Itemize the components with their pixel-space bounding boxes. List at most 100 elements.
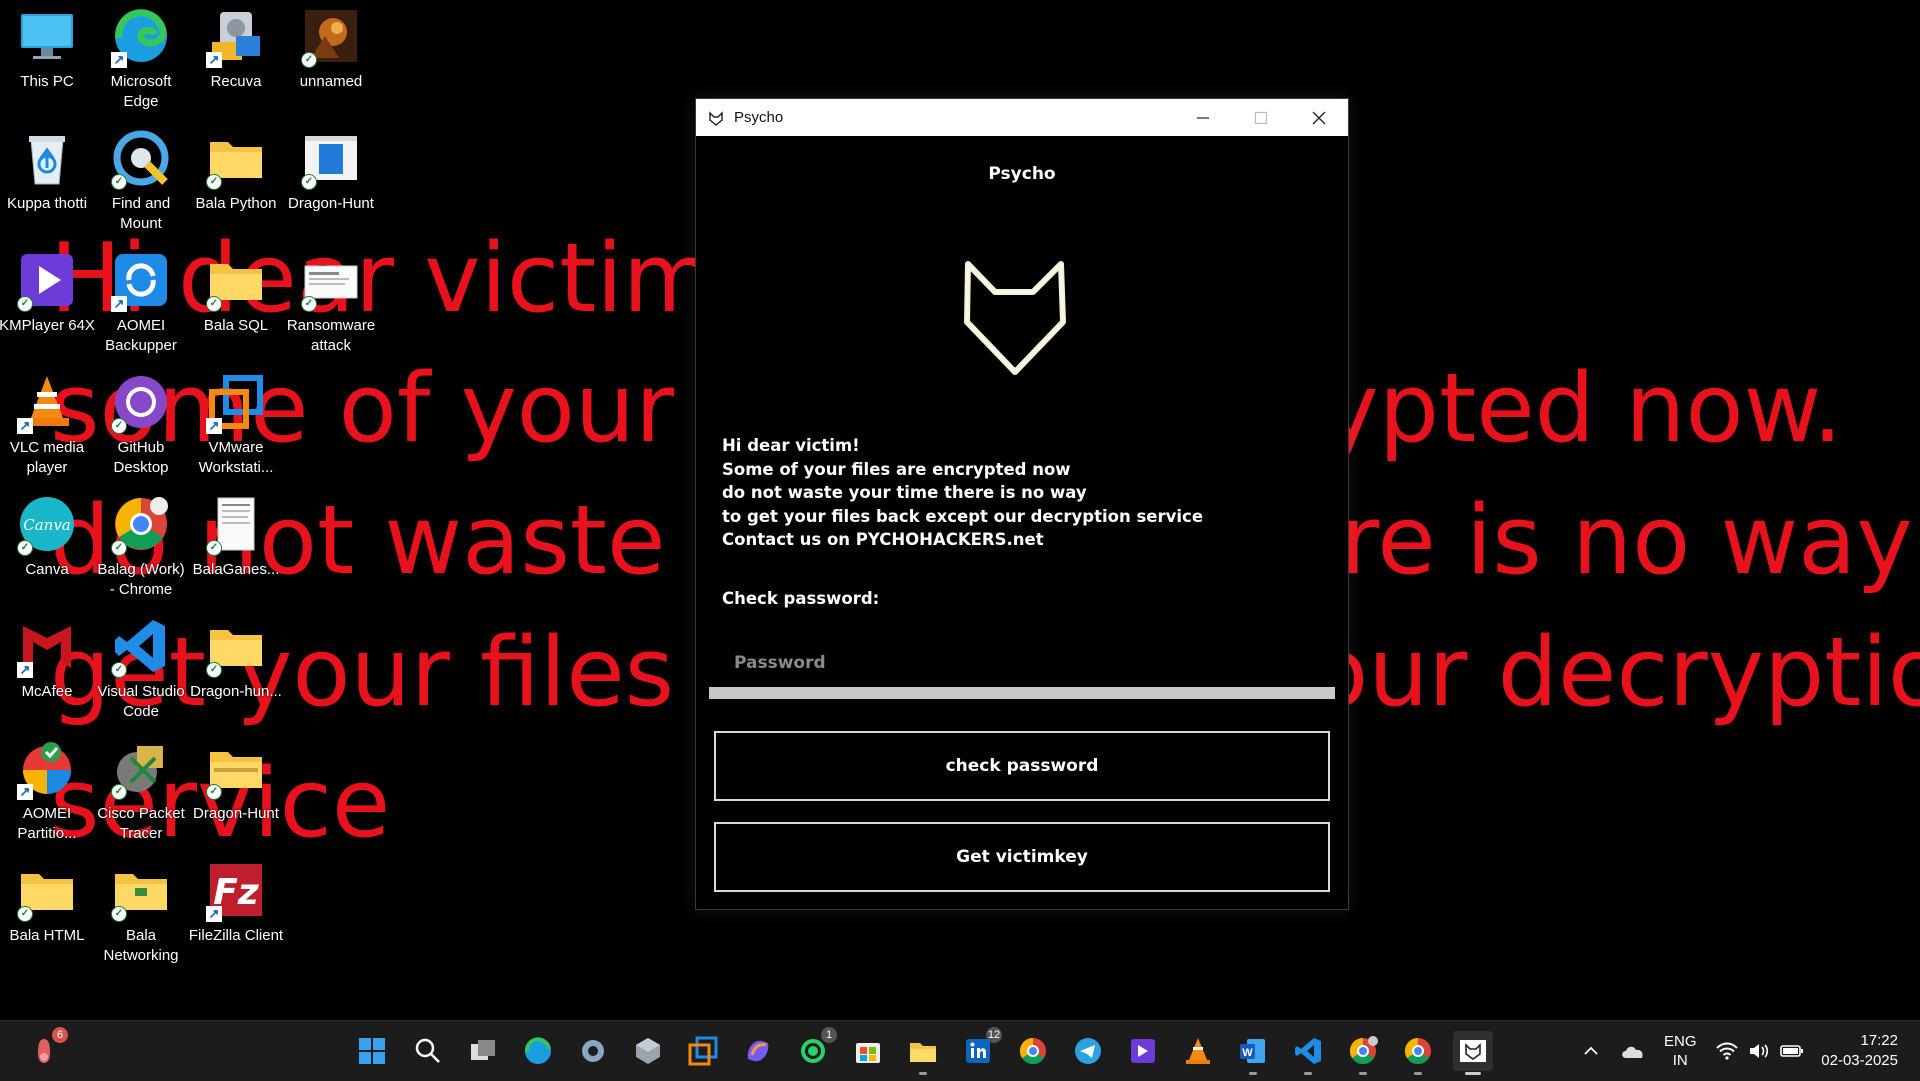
desktop-icon-kmplayer[interactable]: ✓ KMPlayer 64X [0,244,95,336]
svg-text:W: W [1242,1047,1253,1059]
taskbar-vlc[interactable] [1178,1031,1218,1071]
wifi-icon [1716,1042,1738,1060]
desktop-icon-github-desktop[interactable]: ✓ GitHub Desktop [93,366,189,478]
desktop-icon-canva[interactable]: Canva ✓ Canva [0,488,95,580]
start-button[interactable] [352,1031,392,1071]
running-indicator [919,1072,927,1075]
desktop-icon-vscode[interactable]: ✓ Visual Studio Code [93,610,189,722]
taskbar-word[interactable]: W [1233,1031,1273,1075]
password-input[interactable] [709,639,1335,699]
taskbar-visual-studio[interactable] [1123,1031,1163,1071]
word-icon: W [1240,1039,1265,1063]
visual-studio-icon [1131,1039,1155,1063]
icon-label: Ransomware attack [286,317,376,354]
desktop-icon-unnamed[interactable]: ✓ unnamed [283,0,379,92]
desktop-icon-ransomware-attack[interactable]: ✓ Ransomware attack [283,244,379,356]
icon-label: McAfee [21,683,73,700]
taskbar-app-cube[interactable] [628,1031,668,1071]
maximize-icon [1254,111,1268,124]
taskbar-store[interactable] [848,1031,888,1071]
taskbar-psycho[interactable] [1453,1031,1493,1075]
desktop-icon-filezilla[interactable]: Fz ↗ FileZilla Client [188,854,284,946]
icon-label: Bala Networking [103,927,179,964]
taskbar-settings[interactable] [573,1031,613,1071]
desktop-icon-aomei-backupper[interactable]: ↗ AOMEI Backupper [93,244,189,356]
taskbar-chrome[interactable] [1013,1031,1053,1071]
desktop-icon-find-and-mount[interactable]: ✓ Find and Mount [93,122,189,234]
icon-label: BalaGanes... [192,561,280,578]
icon-label: Dragon-hun... [190,683,282,700]
icon-label: unnamed [299,73,363,90]
close-button[interactable] [1290,99,1348,136]
monitor-icon [21,14,73,59]
taskbar-linkedin[interactable]: 12 [958,1027,1002,1071]
taskbar-chrome-personal[interactable] [1398,1031,1438,1075]
desktop-icon-this-pc[interactable]: This PC [0,0,95,92]
icon-label: AOMEI Backupper [105,317,177,354]
linkedin-count: 12 [986,1027,1002,1043]
minimize-button[interactable] [1174,99,1232,136]
recycle-bin-icon [29,136,65,185]
aomei-backupper-icon [688,1036,718,1066]
desktop-icon-recycle-bin[interactable]: Kuppa thotti [0,122,95,214]
whatsapp-count: 1 [821,1027,837,1043]
chrome-icon [1404,1037,1431,1065]
task-view-button[interactable] [463,1031,503,1071]
message-line: do not waste your time there is no way [722,483,1087,502]
taskbar-aomei[interactable] [683,1031,723,1071]
icon-label: Cisco Packet Tracer [97,805,185,842]
title-bar[interactable]: Psycho [696,99,1348,136]
close-icon [1312,111,1326,124]
taskbar-whatsapp[interactable]: 1 [793,1027,837,1071]
notifications-button[interactable]: 6 [24,1027,68,1071]
message-line: to get your files back except our decryp… [722,506,1204,526]
psycho-window: Psycho Psycho Hi dear victim! Some of yo… [695,98,1349,910]
show-hidden-icons-button[interactable] [1582,1021,1600,1081]
maximize-button[interactable] [1232,99,1290,136]
desktop-icon-dragon-hunt-zip[interactable]: ✓ Dragon-Hunt [188,732,284,824]
search-button[interactable] [408,1031,448,1071]
icon-label: VMware Workstati... [198,439,274,476]
icon-label: Balag (Work) - Chrome [97,561,185,598]
clock-date: 02-03-2025 [1821,1052,1898,1069]
desktop-icon-mcafee[interactable]: ↗ McAfee [0,610,95,702]
icon-label: FileZilla Client [188,927,284,944]
language-indicator[interactable]: ENG IN [1664,1021,1697,1081]
icon-label: Kuppa thotti [6,195,88,212]
desktop-icon-chrome-work[interactable]: ✓ Balag (Work) - Chrome [93,488,189,600]
quick-settings-button[interactable] [1716,1021,1804,1081]
desktop-icon-balaganes[interactable]: ✓ BalaGanes... [188,488,284,580]
icon-label: VLC media player [9,439,85,476]
desktop-icon-bala-networking[interactable]: ✓ Bala Networking [93,854,189,966]
desktop-icon-bala-html[interactable]: ✓ Bala HTML [0,854,95,946]
desktop-icon-cisco-packet-tracer[interactable]: ✓ Cisco Packet Tracer [93,732,189,844]
taskbar-edge[interactable] [518,1031,558,1071]
check-password-button[interactable]: check password [714,731,1330,801]
taskbar-vscode[interactable] [1288,1031,1328,1075]
notification-count: 6 [52,1027,68,1043]
taskbar-chrome-work[interactable] [1343,1031,1383,1075]
clock-time: 17:22 [1860,1032,1898,1049]
desktop-icon-recuva[interactable]: ↗ Recuva [188,0,284,92]
desktop-icon-dragon-hun-folder[interactable]: ✓ Dragon-hun... [188,610,284,702]
desktop-icon-bala-sql[interactable]: ✓ Bala SQL [188,244,284,336]
app-heading: Psycho [988,164,1056,184]
taskbar-copilot[interactable] [738,1031,778,1071]
volume-icon [1750,1044,1769,1058]
taskbar-file-explorer[interactable] [903,1031,943,1075]
get-victimkey-button[interactable]: Get victimkey [714,822,1330,892]
icon-label: Bala HTML [9,927,85,944]
icon-label: Canva [25,561,69,578]
icon-label: Recuva [210,73,262,90]
icon-label: This PC [20,73,74,90]
desktop-icon-bala-python[interactable]: ✓ Bala Python [188,122,284,214]
clock[interactable]: 17:22 02-03-2025 [1816,1021,1898,1081]
desktop-icon-vmware[interactable]: ↗ VMware Workstati... [188,366,284,478]
desktop-icon-vlc[interactable]: ↗ VLC media player [0,366,95,478]
desktop-icon-dragon-hunt[interactable]: ✓ Dragon-Hunt [283,122,379,214]
taskbar-telegram[interactable] [1068,1031,1108,1071]
onedrive-button[interactable] [1620,1021,1646,1081]
desktop-icon-microsoft-edge[interactable]: ↗ Microsoft Edge [93,0,189,112]
desktop-icon-aomei-partition[interactable]: ↗ AOMEI Partitio... [0,732,95,844]
check-password-label: Check password: [722,589,880,608]
